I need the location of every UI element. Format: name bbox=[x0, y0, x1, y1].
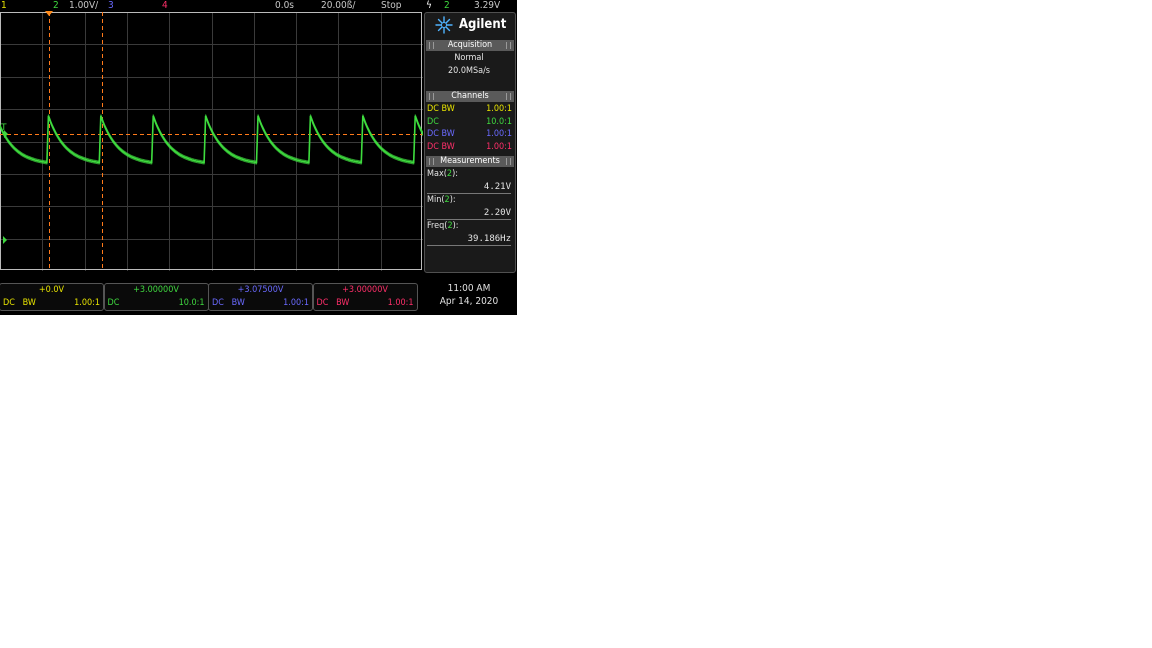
measurement-divider bbox=[427, 219, 511, 220]
channel-3-settings[interactable]: +3.07500V DC BW 1.00:1 bbox=[208, 283, 313, 311]
channel-coupling: DC BW bbox=[316, 298, 350, 308]
measurement-value: 2.20V bbox=[483, 208, 511, 218]
channel-coupling[interactable]: DC bbox=[427, 117, 439, 127]
measurement-label[interactable]: Min(2): bbox=[427, 195, 456, 205]
acquisition-header[interactable]: Acquisition bbox=[426, 40, 514, 51]
trigger-position-marker[interactable] bbox=[45, 11, 53, 16]
channel-2-settings[interactable]: +3.00000V DC 10.0:1 bbox=[103, 283, 209, 311]
channel-probe-ratio: 1.00:1 bbox=[387, 298, 414, 308]
channel-probe-ratio[interactable]: 1.00:1 bbox=[486, 104, 512, 114]
agilent-spark-icon bbox=[435, 16, 453, 34]
channel-probe-ratio: 1.00:1 bbox=[74, 298, 100, 308]
measurement-value: 4.21V bbox=[483, 182, 511, 192]
channel-4-settings[interactable]: +3.00000V DC BW 1.00:1 bbox=[312, 283, 418, 311]
clock-time: 11:00 AM bbox=[447, 283, 491, 294]
channel-offset: +3.00000V bbox=[342, 285, 388, 295]
channels-header[interactable]: Channels bbox=[426, 91, 514, 102]
channel-offset: +0.0V bbox=[38, 285, 65, 295]
waveform-display[interactable]: T bbox=[0, 12, 423, 271]
channel-probe-ratio: 1.00:1 bbox=[283, 298, 309, 308]
channel-coupling[interactable]: DC BW bbox=[427, 129, 455, 139]
clock-date: Apr 14, 2020 bbox=[439, 296, 499, 307]
channel-coupling[interactable]: DC BW bbox=[427, 142, 455, 152]
channel-coupling: DC bbox=[107, 298, 120, 308]
sample-rate: 20.0MSa/s bbox=[447, 66, 491, 76]
channel-1-settings[interactable]: +0.0V DC BW 1.00:1 bbox=[0, 283, 104, 311]
side-panel: Agilent Acquisition Normal 20.0MSa/s Cha… bbox=[424, 12, 516, 273]
trigger-edge-icon: ϟ bbox=[426, 0, 432, 11]
channel-offset: +3.07500V bbox=[237, 285, 284, 295]
brand-name: Agilent bbox=[459, 17, 507, 32]
trigger-level-marker: T bbox=[0, 123, 7, 133]
trigger-level[interactable]: 3.29V bbox=[474, 0, 500, 11]
measurement-divider bbox=[427, 193, 511, 194]
measurement-label[interactable]: Freq(2): bbox=[427, 221, 458, 231]
channel-coupling[interactable]: DC BW bbox=[427, 104, 455, 114]
brand-header: Agilent bbox=[425, 13, 515, 37]
channel-probe-ratio[interactable]: 1.00:1 bbox=[486, 129, 512, 139]
measurement-label[interactable]: Max(2): bbox=[427, 169, 458, 179]
channel-probe-ratio[interactable]: 10.0:1 bbox=[486, 117, 512, 127]
channel-probe-ratio: 10.0:1 bbox=[178, 298, 205, 308]
run-state[interactable]: Stop bbox=[381, 0, 401, 11]
measurement-divider bbox=[427, 245, 511, 246]
channel-coupling: DC BW bbox=[3, 298, 36, 308]
vertical-scale[interactable]: 1.00V/ bbox=[69, 0, 98, 11]
measurement-value: 39.186Hz bbox=[467, 234, 511, 244]
channel-1-indicator[interactable]: 1 bbox=[1, 0, 7, 11]
channel-2-indicator[interactable]: 2 bbox=[53, 0, 59, 11]
time-offset[interactable]: 0.0s bbox=[275, 0, 294, 11]
measurements-header[interactable]: Measurements bbox=[426, 156, 514, 167]
channel-4-indicator[interactable]: 4 bbox=[162, 0, 168, 11]
trigger-channel[interactable]: 2 bbox=[444, 0, 450, 11]
channel-3-indicator[interactable]: 3 bbox=[108, 0, 114, 11]
channel-offset: +3.00000V bbox=[133, 285, 179, 295]
channel-coupling: DC BW bbox=[212, 298, 245, 308]
acquisition-mode: Normal bbox=[454, 53, 484, 63]
channel-probe-ratio[interactable]: 1.00:1 bbox=[486, 142, 512, 152]
time-scale[interactable]: 20.00ß/ bbox=[321, 0, 355, 11]
oscilloscope-screen: 1 2 1.00V/ 3 4 0.0s 20.00ß/ Stop ϟ 2 3.2… bbox=[0, 0, 517, 315]
